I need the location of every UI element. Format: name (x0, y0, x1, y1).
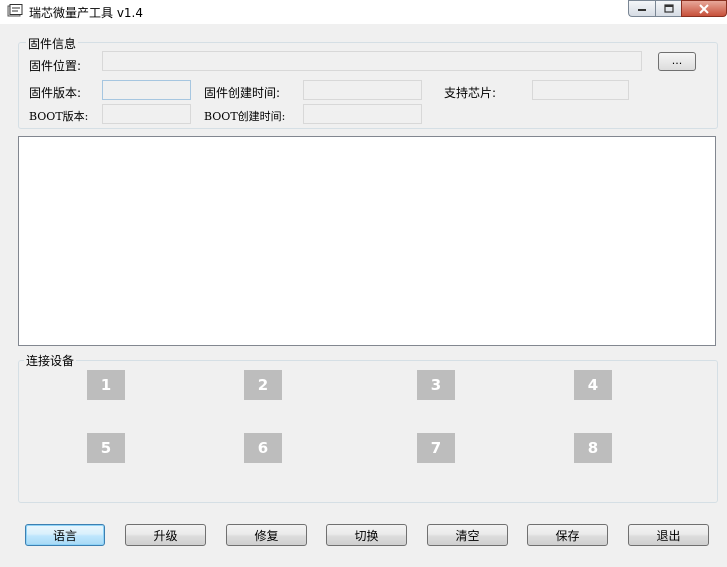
exit-button[interactable]: 退出 (628, 524, 709, 546)
supported-chip-field[interactable] (532, 80, 629, 100)
boot-version-label: BOOT版本: (29, 110, 89, 123)
firmware-location-label: 固件位置: (29, 59, 82, 73)
device-slot-1[interactable]: 1 (87, 370, 125, 400)
save-button[interactable]: 保存 (527, 524, 608, 546)
firmware-created-label: 固件创建时间: (204, 86, 281, 100)
firmware-version-field[interactable] (102, 80, 191, 100)
browse-button[interactable]: ... (658, 52, 696, 71)
device-slot-2[interactable]: 2 (244, 370, 282, 400)
firmware-location-field[interactable] (102, 51, 642, 71)
app-icon (7, 4, 23, 17)
device-slot-3[interactable]: 3 (417, 370, 455, 400)
device-slot-7[interactable]: 7 (417, 433, 455, 463)
clear-button[interactable]: 清空 (427, 524, 508, 546)
log-output[interactable] (18, 136, 716, 346)
title-bar[interactable]: 瑞芯微量产工具 v1.4 (0, 0, 727, 24)
maximize-button[interactable] (655, 0, 681, 17)
repair-button[interactable]: 修复 (226, 524, 307, 546)
device-slot-6[interactable]: 6 (244, 433, 282, 463)
close-button[interactable] (681, 0, 727, 17)
supported-chip-label: 支持芯片: (444, 86, 497, 100)
maximize-icon (663, 4, 674, 13)
close-icon (699, 3, 709, 14)
device-slot-8[interactable]: 8 (574, 433, 612, 463)
window-controls (628, 0, 727, 18)
upgrade-button[interactable]: 升级 (125, 524, 206, 546)
language-button[interactable]: 语言 (25, 524, 105, 546)
firmware-created-field[interactable] (303, 80, 422, 100)
firmware-version-label: 固件版本: (29, 86, 82, 100)
minimize-button[interactable] (628, 0, 655, 17)
minimize-icon (638, 8, 646, 11)
boot-created-label: BOOT创建时间: (204, 110, 286, 123)
devices-title: 连接设备 (24, 352, 77, 369)
firmware-info-title: 固件信息 (26, 35, 79, 52)
device-slot-5[interactable]: 5 (87, 433, 125, 463)
boot-version-field[interactable] (102, 104, 191, 124)
boot-created-field[interactable] (303, 104, 422, 124)
device-slot-4[interactable]: 4 (574, 370, 612, 400)
window-title: 瑞芯微量产工具 v1.4 (29, 6, 144, 20)
switch-button[interactable]: 切换 (326, 524, 407, 546)
